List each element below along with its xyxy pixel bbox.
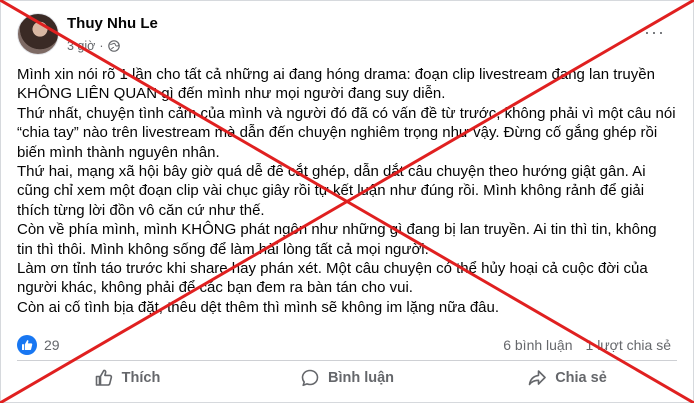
reaction-count[interactable]: 29	[44, 337, 60, 353]
share-label: Chia sẻ	[555, 370, 607, 386]
post-line: Làm ơn tỉnh táo trước khi share hay phán…	[17, 260, 648, 278]
post-line: Còn về phía mình, mình KHÔNG phát ngôn n…	[17, 221, 657, 239]
author-name[interactable]: Thuy Nhu Le	[67, 15, 158, 32]
globe-icon[interactable]	[107, 40, 120, 52]
post-line: cũng chỉ xem một đoạn clip vài chục giây…	[17, 182, 645, 200]
like-icon	[17, 335, 37, 355]
meta-separator: ·	[99, 39, 104, 53]
post-line: Còn ai cố tình bịa đặt, thêu dệt thêm th…	[17, 298, 500, 316]
action-bar: Thích Bình luận Chia sẻ	[17, 363, 677, 393]
comment-count[interactable]: 6 bình luận	[503, 337, 572, 353]
post-card: Thuy Nhu Le 3 giờ · ··· Mình xin nói rõ …	[0, 0, 694, 403]
author-avatar[interactable]	[17, 13, 59, 55]
share-icon	[528, 370, 547, 386]
reaction-summary[interactable]: 29	[17, 335, 60, 355]
post-line: KHÔNG LIÊN QUAN gì đến mình như mọi ngườ…	[17, 85, 446, 103]
post-line: “chia tay” nào trên livestream mà dẫn đế…	[17, 124, 658, 142]
thumbs-up-icon	[95, 369, 112, 386]
screenshot-frame: Thuy Nhu Le 3 giờ · ··· Mình xin nói rõ …	[0, 0, 694, 403]
post-time[interactable]: 3 giờ	[67, 39, 95, 53]
comment-icon	[301, 369, 319, 387]
post-line: Thứ hai, mạng xã hội bây giờ quá dễ để c…	[17, 163, 646, 181]
like-button[interactable]: Thích	[17, 363, 237, 393]
share-button[interactable]: Chia sẻ	[457, 363, 677, 393]
post-meta: 3 giờ ·	[67, 39, 120, 53]
comment-button[interactable]: Bình luận	[237, 363, 457, 393]
share-count[interactable]: 1 lượt chia sẻ	[586, 337, 671, 353]
post-line: người khác, không phải để các bạn đem ra…	[17, 279, 413, 297]
engagement-counts: 6 bình luận 1 lượt chia sẻ	[503, 337, 671, 353]
post-line: biến mình thành nguyên nhân.	[17, 143, 220, 161]
more-options-icon[interactable]: ···	[644, 23, 665, 41]
comment-label: Bình luận	[327, 370, 395, 386]
post-line: tin thì thôi. Mình không sống để làm hài…	[17, 240, 429, 258]
action-divider	[17, 360, 677, 361]
post-line: Thứ nhất, chuyện tình cảm của mình và ng…	[17, 104, 676, 122]
like-label: Thích	[121, 370, 161, 386]
post-line: Mình xin nói rõ 1 lần cho tất cả những a…	[17, 66, 655, 83]
post-content: Mình xin nói rõ 1 lần cho tất cả những a…	[17, 65, 679, 317]
post-line: thích từng lời đồn vô căn cứ như thế.	[17, 201, 265, 219]
